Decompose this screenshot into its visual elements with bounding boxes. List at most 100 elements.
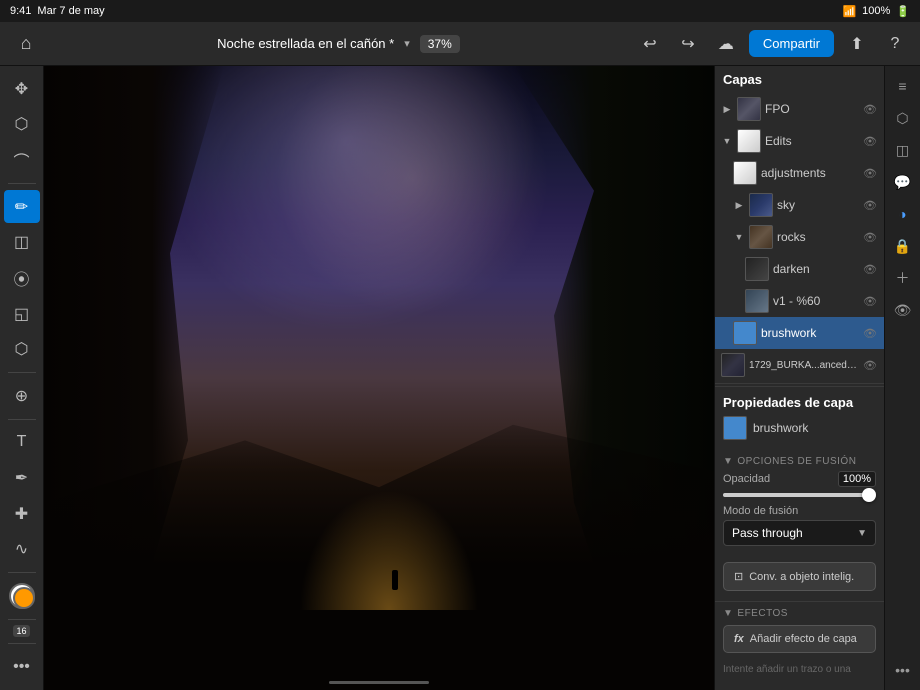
layer-item-v1[interactable]: v1 - %60 👁 [715,285,884,317]
select-icon: ⬡ [15,114,29,134]
layer-eye-rocks[interactable]: 👁 [862,229,878,245]
add-effect-button[interactable]: fx Añadir efecto de capa [723,625,876,653]
far-right-eye-button[interactable]: 👁 [889,296,917,324]
layer-item-darken[interactable]: darken 👁 [715,253,884,285]
opacity-slider[interactable] [723,493,876,497]
color-swatches [4,579,40,613]
more-tools-icon: ••• [13,658,30,676]
layer-eye-darken[interactable]: 👁 [862,261,878,277]
tool-separator-1 [8,183,36,184]
person-silhouette [392,570,398,590]
opacity-value: 100% [838,471,876,487]
brush-tool[interactable]: ✏ [4,190,40,224]
fusion-chevron: ▼ [723,456,733,467]
layer-item-fpo[interactable]: ▶ FPO 👁 [715,93,884,125]
upload-icon: ⬆ [850,34,863,54]
layer-thumb-adjustments [733,161,757,185]
eraser-tool[interactable]: ◫ [4,225,40,259]
brush-icon: ✏ [15,197,28,217]
layer-name-photo: 1729_BURKA...anced-NR33 [749,360,858,371]
redo-button[interactable]: ↪ [673,29,703,59]
share-button[interactable]: Compartir [749,30,834,57]
home-icon: ⌂ [21,33,32,54]
tool-separator-3 [8,419,36,420]
layer-count-badge[interactable]: 16 [13,625,29,637]
layer-item-adjustments[interactable]: adjustments 👁 [715,157,884,189]
far-right-chat-button[interactable]: 💬 [889,168,917,196]
layer-thumb-sky [749,193,773,217]
properties-layer-name: brushwork [753,421,808,435]
fill-tool[interactable]: ⬡ [4,332,40,366]
far-right-more-icon: ••• [895,662,910,678]
effects-chevron: ▼ [723,608,733,619]
title-arrow-icon: ▾ [404,38,410,50]
lasso-tool[interactable]: ⌒ [4,143,40,177]
cloud-button[interactable]: ☁ [711,29,741,59]
far-right-panel: ≡ ⬡ ◫ 💬 ◑ 🔒 ＋ 👁 ••• [884,66,920,690]
home-button[interactable]: ⌂ [10,28,42,60]
layer-toggle-sky[interactable]: ▶ [733,199,745,211]
text-tool[interactable]: T [4,425,40,459]
layer-item-photo[interactable]: 1729_BURKA...anced-NR33 👁 [715,349,884,381]
far-right-chat-icon: 💬 [894,174,911,191]
layer-eye-v1[interactable]: 👁 [862,293,878,309]
layers-title: Capas [723,72,762,87]
zoom-tool[interactable]: ⊕ [4,379,40,413]
undo-button[interactable]: ↩ [635,29,665,59]
effects-section-label: ▼ EFECTOS [723,608,876,619]
layer-item-edits[interactable]: ▼ Edits 👁 [715,125,884,157]
layer-toggle-edits[interactable]: ▼ [721,135,733,147]
gradient-tool[interactable]: ◱ [4,297,40,331]
help-button[interactable]: ? [880,29,910,59]
opacity-row: Opacidad 100% [723,471,876,487]
background-color[interactable] [13,587,35,609]
eyedropper-tool[interactable]: ⦿ [4,261,40,295]
layer-name-edits: Edits [765,134,858,148]
cloud-icon: ☁ [718,34,734,54]
layer-toggle-rocks[interactable]: ▼ [733,231,745,243]
title-dropdown-button[interactable]: ▾ [400,35,414,52]
layer-eye-photo[interactable]: 👁 [862,357,878,373]
top-toolbar: ⌂ Noche estrellada en el cañón * ▾ 37% ↩… [0,22,920,66]
layer-eye-edits[interactable]: 👁 [862,133,878,149]
far-right-more-button[interactable]: ••• [889,656,917,684]
canvas-area[interactable] [44,66,714,690]
smudge-tool[interactable]: ∿ [4,532,40,566]
layer-eye-adjustments[interactable]: 👁 [862,165,878,181]
far-right-brushes-button[interactable]: ⬡ [889,104,917,132]
zoom-icon: ⊕ [15,386,28,406]
battery-icon: 🔋 [896,5,910,18]
opacity-slider-thumb[interactable] [862,488,876,502]
convert-smart-object-button[interactable]: ⊡ Conv. a objeto intelig. [723,562,876,591]
layer-item-sky[interactable]: ▶ sky 👁 [715,189,884,221]
layer-eye-brushwork[interactable]: 👁 [862,325,878,341]
blend-mode-row: Modo de fusión Pass through ▼ [723,505,876,546]
effects-section: ▼ EFECTOS fx Añadir efecto de capa [715,601,884,659]
far-right-layers-button[interactable]: ≡ [889,72,917,100]
blend-mode-dropdown[interactable]: Pass through ▼ [723,520,876,546]
layer-name-adjustments: adjustments [761,166,858,180]
zoom-level[interactable]: 37% [420,35,460,53]
far-right-lock-button[interactable]: 🔒 [889,232,917,260]
move-tool[interactable]: ✥ [4,72,40,106]
layer-item-brushwork[interactable]: brushwork 👁 [715,317,884,349]
heal-tool[interactable]: ✚ [4,497,40,531]
eyedropper-icon: ⦿ [13,266,29,290]
layer-item-rocks[interactable]: ▼ rocks 👁 [715,221,884,253]
pen-tool[interactable]: ✒ [4,461,40,495]
layer-eye-sky[interactable]: 👁 [862,197,878,213]
fusion-options-section: ▼ OPCIONES DE FUSIÓN Opacidad 100% Modo … [715,456,884,558]
layer-name-sky: sky [777,198,858,212]
tool-separator-2 [8,372,36,373]
layer-toggle-fpo[interactable]: ▶ [721,103,733,115]
layer-name-v1: v1 - %60 [773,294,858,308]
far-right-add-button[interactable]: ＋ [889,264,917,292]
far-right-filter-button[interactable]: ◫ [889,136,917,164]
upload-button[interactable]: ⬆ [842,29,872,59]
tool-separator-6 [8,643,36,644]
layer-eye-fpo[interactable]: 👁 [862,101,878,117]
more-tools-button[interactable]: ••• [4,650,40,684]
far-right-adjustments-icon: ◑ [898,206,906,222]
far-right-adjustments-button[interactable]: ◑ [889,200,917,228]
select-tool[interactable]: ⬡ [4,108,40,142]
